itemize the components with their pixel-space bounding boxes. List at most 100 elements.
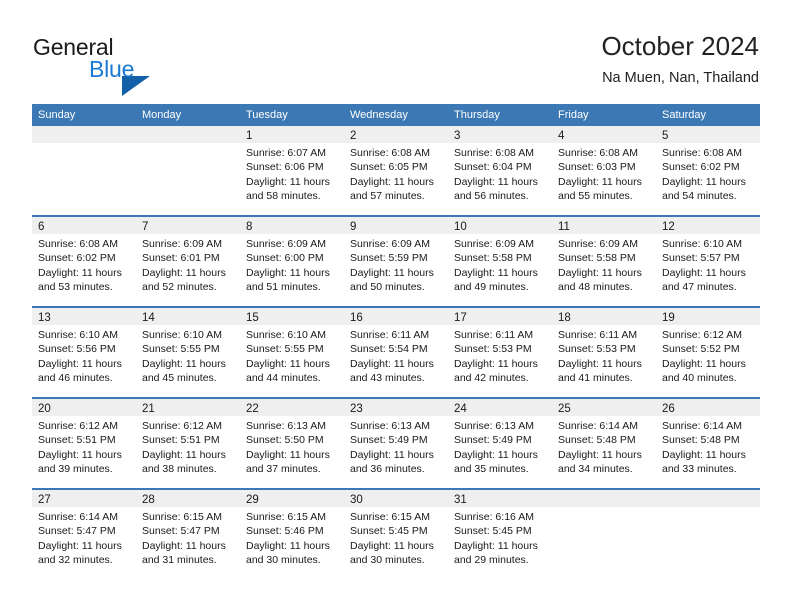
daylight-text: Daylight: 11 hours and 58 minutes. <box>246 175 330 202</box>
sunrise-text: Sunrise: 6:11 AM <box>558 329 638 341</box>
calendar-day-cell-empty <box>552 490 656 579</box>
day-number-band: 24 <box>448 399 552 416</box>
sunrise-text: Sunrise: 6:12 AM <box>38 420 118 432</box>
sunset-text: Sunset: 5:45 PM <box>350 525 428 538</box>
day-number: 22 <box>246 403 259 415</box>
daylight-text: Daylight: 11 hours and 30 minutes. <box>246 539 330 566</box>
daylight-text: Daylight: 11 hours and 49 minutes. <box>454 266 538 293</box>
sunset-text: Sunset: 6:03 PM <box>558 161 636 174</box>
day-sun-info: Sunrise: 6:08 AM Sunset: 6:04 PM Daylight:… <box>448 143 552 203</box>
day-number-band: 11 <box>552 217 656 234</box>
sunset-text: Sunset: 5:51 PM <box>142 434 220 447</box>
day-sun-info: Sunrise: 6:07 AM Sunset: 6:06 PM Daylight:… <box>240 143 344 203</box>
calendar-day-cell-6[interactable]: 6 Sunrise: 6:08 AM Sunset: 6:02 PM Daylight… <box>32 217 136 306</box>
sunrise-text: Sunrise: 6:08 AM <box>350 147 430 159</box>
calendar-week-row: 27 Sunrise: 6:14 AM Sunset: 5:47 PM Dayligh… <box>32 488 760 579</box>
calendar-day-cell-4[interactable]: 4 Sunrise: 6:08 AM Sunset: 6:03 PM Daylight… <box>552 126 656 215</box>
sunrise-text: Sunrise: 6:08 AM <box>558 147 638 159</box>
calendar-day-cell-30[interactable]: 30 Sunrise: 6:15 AM Sunset: 5:45 PM Dayligh… <box>344 490 448 579</box>
day-of-week-header-row: Sunday Monday Tuesday Wednesday Thursday Frid… <box>32 104 760 126</box>
calendar-day-cell-11[interactable]: 11 Sunrise: 6:09 AM Sunset: 5:58 PM Dayligh… <box>552 217 656 306</box>
sunrise-text: Sunrise: 6:14 AM <box>38 511 118 523</box>
daylight-text: Daylight: 11 hours and 29 minutes. <box>454 539 538 566</box>
day-sun-info: Sunrise: 6:09 AM Sunset: 5:58 PM Daylight:… <box>552 234 656 294</box>
calendar-day-cell-15[interactable]: 15 Sunrise: 6:10 AM Sunset: 5:55 PM Dayligh… <box>240 308 344 397</box>
calendar-day-cell-24[interactable]: 24 Sunrise: 6:13 AM Sunset: 5:49 PM Dayligh… <box>448 399 552 488</box>
calendar-day-cell-8[interactable]: 8 Sunrise: 6:09 AM Sunset: 6:00 PM Daylight… <box>240 217 344 306</box>
day-sun-info <box>552 507 656 510</box>
sunset-text: Sunset: 5:49 PM <box>350 434 428 447</box>
title-block: October 2024 Na Muen, Nan, Thailand <box>601 30 759 87</box>
day-sun-info: Sunrise: 6:08 AM Sunset: 6:02 PM Daylight:… <box>32 234 136 294</box>
calendar-day-cell-23[interactable]: 23 Sunrise: 6:13 AM Sunset: 5:49 PM Dayligh… <box>344 399 448 488</box>
day-number: 26 <box>662 403 675 415</box>
sunset-text: Sunset: 6:06 PM <box>246 161 324 174</box>
day-number: 18 <box>558 312 571 324</box>
calendar-grid: Sunday Monday Tuesday Wednesday Thursday Frid… <box>32 104 760 579</box>
calendar-day-cell-31[interactable]: 31 Sunrise: 6:16 AM Sunset: 5:45 PM Dayligh… <box>448 490 552 579</box>
sunset-text: Sunset: 6:00 PM <box>246 252 324 265</box>
calendar-day-cell-9[interactable]: 9 Sunrise: 6:09 AM Sunset: 5:59 PM Daylight… <box>344 217 448 306</box>
calendar-day-cell-20[interactable]: 20 Sunrise: 6:12 AM Sunset: 5:51 PM Dayligh… <box>32 399 136 488</box>
calendar-day-cell-28[interactable]: 28 Sunrise: 6:15 AM Sunset: 5:47 PM Dayligh… <box>136 490 240 579</box>
daylight-text: Daylight: 11 hours and 51 minutes. <box>246 266 330 293</box>
daylight-text: Daylight: 11 hours and 38 minutes. <box>142 448 226 475</box>
sunset-text: Sunset: 5:55 PM <box>142 343 220 356</box>
day-number-band: 1 <box>240 126 344 143</box>
day-number-band: 9 <box>344 217 448 234</box>
calendar-day-cell-16[interactable]: 16 Sunrise: 6:11 AM Sunset: 5:54 PM Dayligh… <box>344 308 448 397</box>
sunset-text: Sunset: 5:47 PM <box>38 525 116 538</box>
day-sun-info: Sunrise: 6:12 AM Sunset: 5:51 PM Daylight:… <box>32 416 136 476</box>
calendar-day-cell-5[interactable]: 5 Sunrise: 6:08 AM Sunset: 6:02 PM Daylight… <box>656 126 760 215</box>
calendar-day-cell-26[interactable]: 26 Sunrise: 6:14 AM Sunset: 5:48 PM Dayligh… <box>656 399 760 488</box>
day-number: 1 <box>246 130 253 142</box>
calendar-day-cell-1[interactable]: 1 Sunrise: 6:07 AM Sunset: 6:06 PM Daylight… <box>240 126 344 215</box>
day-sun-info: Sunrise: 6:11 AM Sunset: 5:54 PM Daylight:… <box>344 325 448 385</box>
page-subtitle: Na Muen, Nan, Thailand <box>602 70 759 86</box>
sunset-text: Sunset: 5:45 PM <box>454 525 532 538</box>
calendar-day-cell-21[interactable]: 21 Sunrise: 6:12 AM Sunset: 5:51 PM Dayligh… <box>136 399 240 488</box>
day-number: 17 <box>454 312 467 324</box>
day-number-band: 4 <box>552 126 656 143</box>
sunset-text: Sunset: 5:52 PM <box>662 343 740 356</box>
day-number-band: 25 <box>552 399 656 416</box>
calendar-day-cell-25[interactable]: 25 Sunrise: 6:14 AM Sunset: 5:48 PM Dayligh… <box>552 399 656 488</box>
daylight-text: Daylight: 11 hours and 34 minutes. <box>558 448 642 475</box>
calendar-day-cell-27[interactable]: 27 Sunrise: 6:14 AM Sunset: 5:47 PM Dayligh… <box>32 490 136 579</box>
calendar-day-cell-18[interactable]: 18 Sunrise: 6:11 AM Sunset: 5:53 PM Dayligh… <box>552 308 656 397</box>
calendar-day-cell-12[interactable]: 12 Sunrise: 6:10 AM Sunset: 5:57 PM Dayligh… <box>656 217 760 306</box>
day-sun-info: Sunrise: 6:09 AM Sunset: 5:58 PM Daylight:… <box>448 234 552 294</box>
day-number: 14 <box>142 312 155 324</box>
calendar-day-cell-22[interactable]: 22 Sunrise: 6:13 AM Sunset: 5:50 PM Dayligh… <box>240 399 344 488</box>
day-number: 4 <box>558 130 565 142</box>
page-title: October 2024 <box>601 31 759 61</box>
calendar-day-cell-3[interactable]: 3 Sunrise: 6:08 AM Sunset: 6:04 PM Daylight… <box>448 126 552 215</box>
daylight-text: Daylight: 11 hours and 48 minutes. <box>558 266 642 293</box>
calendar-day-cell-7[interactable]: 7 Sunrise: 6:09 AM Sunset: 6:01 PM Daylight… <box>136 217 240 306</box>
daylight-text: Daylight: 11 hours and 37 minutes. <box>246 448 330 475</box>
calendar-day-cell-17[interactable]: 17 Sunrise: 6:11 AM Sunset: 5:53 PM Dayligh… <box>448 308 552 397</box>
day-number: 10 <box>454 221 467 233</box>
sunrise-text: Sunrise: 6:11 AM <box>350 329 430 341</box>
daylight-text: Daylight: 11 hours and 46 minutes. <box>38 357 122 384</box>
day-number-band: 31 <box>448 490 552 507</box>
page-header: General Blue October 2024 Na Muen, Nan, … <box>0 0 792 100</box>
calendar-day-cell-29[interactable]: 29 Sunrise: 6:15 AM Sunset: 5:46 PM Dayligh… <box>240 490 344 579</box>
calendar-day-cell-19[interactable]: 19 Sunrise: 6:12 AM Sunset: 5:52 PM Dayligh… <box>656 308 760 397</box>
calendar-day-cell-2[interactable]: 2 Sunrise: 6:08 AM Sunset: 6:05 PM Daylight… <box>344 126 448 215</box>
daylight-text: Daylight: 11 hours and 40 minutes. <box>662 357 746 384</box>
sunrise-text: Sunrise: 6:16 AM <box>454 511 534 523</box>
sunrise-text: Sunrise: 6:09 AM <box>454 238 534 250</box>
day-sun-info: Sunrise: 6:10 AM Sunset: 5:55 PM Daylight:… <box>240 325 344 385</box>
calendar-day-cell-10[interactable]: 10 Sunrise: 6:09 AM Sunset: 5:58 PM Dayligh… <box>448 217 552 306</box>
sunset-text: Sunset: 5:50 PM <box>246 434 324 447</box>
daylight-text: Daylight: 11 hours and 30 minutes. <box>350 539 434 566</box>
calendar-day-cell-13[interactable]: 13 Sunrise: 6:10 AM Sunset: 5:56 PM Dayligh… <box>32 308 136 397</box>
calendar-page: General Blue October 2024 Na Muen, Nan, … <box>0 0 792 612</box>
day-sun-info: Sunrise: 6:12 AM Sunset: 5:52 PM Daylight:… <box>656 325 760 385</box>
calendar-day-cell-14[interactable]: 14 Sunrise: 6:10 AM Sunset: 5:55 PM Dayligh… <box>136 308 240 397</box>
day-number: 8 <box>246 221 253 233</box>
sunrise-text: Sunrise: 6:12 AM <box>142 420 222 432</box>
day-number-band: 19 <box>656 308 760 325</box>
general-blue-logo[interactable]: General Blue <box>33 34 213 96</box>
